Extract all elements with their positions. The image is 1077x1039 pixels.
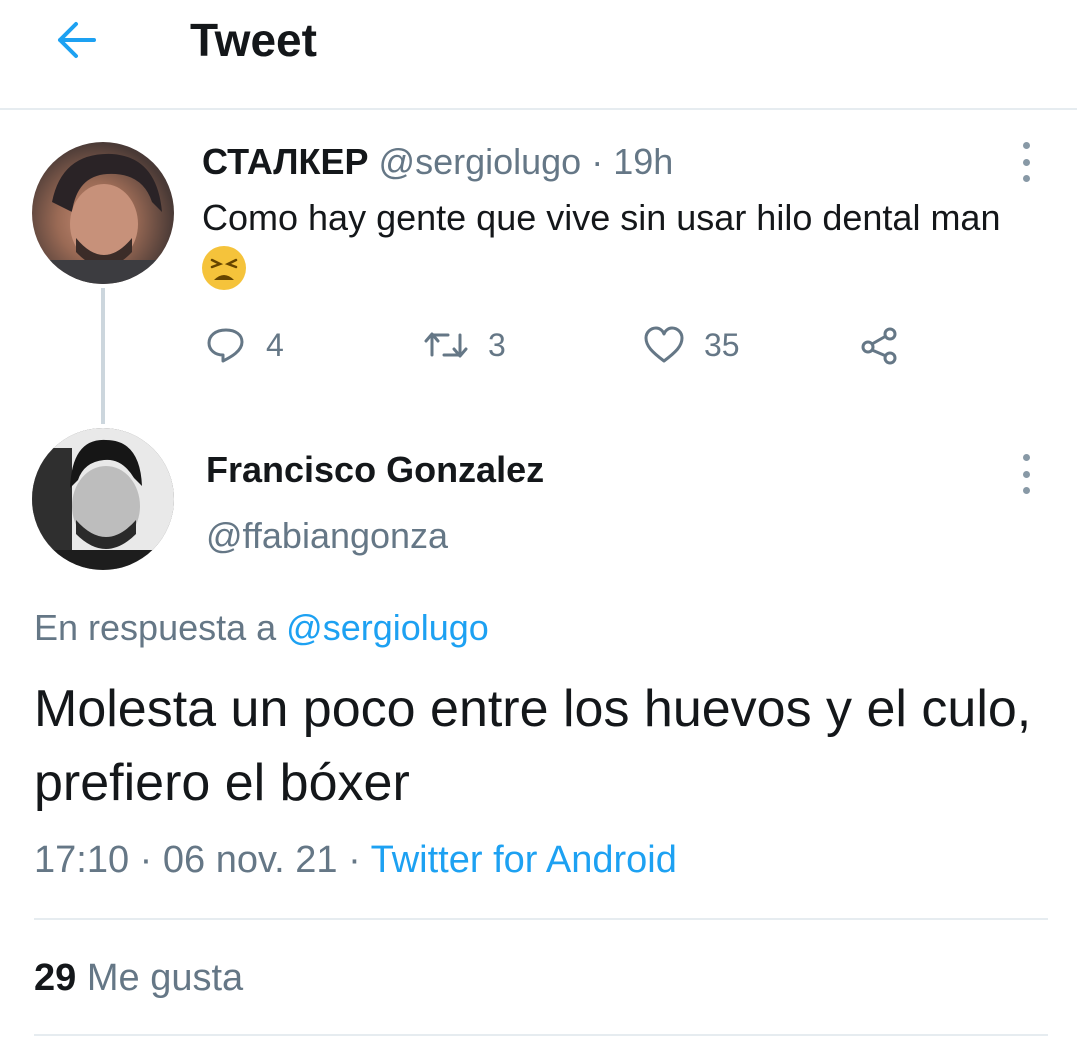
- arrow-left-icon: [58, 22, 96, 58]
- reply-icon: [207, 328, 244, 363]
- reply-context: En respuesta a @sergiolugo: [34, 604, 489, 652]
- share-icon: [861, 327, 897, 365]
- share-button[interactable]: [858, 320, 920, 370]
- separator: ·: [591, 141, 604, 182]
- like-button[interactable]: 35: [642, 320, 740, 370]
- parent-handle[interactable]: @sergiolugo: [379, 141, 582, 182]
- retweet-button[interactable]: 3: [422, 320, 506, 370]
- top-bar: Tweet: [0, 0, 1077, 110]
- page-title: Tweet: [190, 14, 317, 66]
- heart-icon: [644, 326, 684, 363]
- parent-time[interactable]: 19h: [613, 141, 673, 182]
- separator: ·: [139, 839, 153, 881]
- like-count: 35: [704, 326, 740, 363]
- avatar-photo: [32, 153, 174, 284]
- avatar[interactable]: [32, 428, 174, 570]
- tweet-date: 06 nov. 21: [162, 839, 338, 881]
- reply-button[interactable]: 4: [204, 320, 284, 370]
- parent-tweet-text: Como hay gente que vive sin usar hilo de…: [202, 192, 1042, 296]
- tweet-meta: 17:10 · 06 nov. 21 · Twitter for Android: [34, 836, 677, 884]
- author-display-name[interactable]: Francisco Gonzalez: [206, 448, 544, 492]
- avatar-photo: [32, 428, 174, 570]
- reply-prefix: En respuesta a: [34, 607, 277, 648]
- tired-face-emoji: [202, 246, 246, 291]
- back-button[interactable]: [48, 12, 104, 68]
- tweet-source-link[interactable]: Twitter for Android: [371, 839, 677, 881]
- author-handle[interactable]: @ffabiangonza: [206, 514, 448, 558]
- divider: [34, 918, 1048, 920]
- more-options-button[interactable]: [1016, 454, 1036, 494]
- separator: ·: [348, 839, 361, 881]
- parent-tweet-header: СТАЛКЕР @sergiolugo · 19h: [202, 140, 673, 184]
- parent-tweet-body: Como hay gente que vive sin usar hilo de…: [202, 197, 1001, 238]
- parent-display-name[interactable]: СТАЛКЕР: [202, 141, 369, 182]
- likes-count: 29: [34, 957, 77, 999]
- retweet-icon: [424, 332, 468, 358]
- more-options-button[interactable]: [1016, 142, 1036, 182]
- tweet-text: Molesta un poco entre los huevos y el cu…: [34, 680, 1032, 812]
- reply-to-link[interactable]: @sergiolugo: [286, 607, 489, 648]
- likes-label: Me gusta: [86, 957, 244, 999]
- tweet-time: 17:10: [34, 839, 130, 881]
- retweet-count: 3: [488, 326, 506, 363]
- likes-stat[interactable]: 29 Me gusta: [34, 954, 243, 1002]
- avatar[interactable]: [32, 142, 174, 284]
- divider: [34, 1034, 1048, 1036]
- thread-line: [101, 288, 105, 424]
- reply-count: 4: [266, 326, 284, 363]
